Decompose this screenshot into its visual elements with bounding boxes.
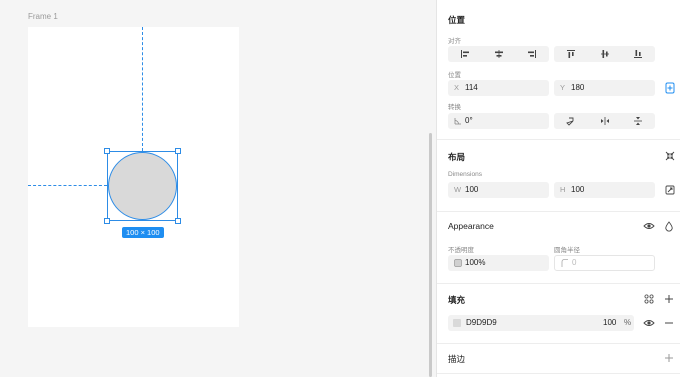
stroke-section: 描边 <box>437 344 680 374</box>
fill-color-field[interactable]: D9D9D9 100 % <box>448 315 634 331</box>
corner-radius-value: 0 <box>572 258 577 267</box>
fill-styles-button[interactable] <box>642 292 656 306</box>
y-position-field[interactable]: Y 180 <box>554 80 655 96</box>
opacity-label: 不透明度 <box>448 247 474 254</box>
width-field[interactable]: W 100 <box>448 182 549 198</box>
fill-section-title: 填充 <box>448 295 466 305</box>
height-value: 100 <box>571 185 585 194</box>
constraints-button[interactable] <box>663 81 677 95</box>
flip-vertical-icon <box>634 117 643 125</box>
position-section-title: 位置 <box>448 15 466 25</box>
rotation-field[interactable]: 0° <box>448 113 549 129</box>
align-center-h-icon <box>494 50 503 58</box>
layout-section: 布局 Dimensions W 100 H 100 <box>437 140 680 212</box>
align-center-h-button[interactable] <box>482 46 516 62</box>
transform-button-group <box>554 113 655 129</box>
y-value: 180 <box>571 83 585 92</box>
collapse-icon <box>665 151 675 161</box>
resize-handle-bottom-right[interactable] <box>175 218 181 224</box>
droplet-icon <box>665 220 673 232</box>
opacity-value: 100% <box>465 258 486 267</box>
align-top-button[interactable] <box>554 46 588 62</box>
plus-icon <box>665 295 673 303</box>
vertical-align-group <box>554 46 655 62</box>
align-top-icon <box>566 50 575 58</box>
resize-handle-top-right[interactable] <box>175 148 181 154</box>
eye-icon <box>643 320 655 326</box>
align-bottom-button[interactable] <box>621 46 655 62</box>
position-label: 位置 <box>448 72 461 79</box>
appearance-section-title: Appearance <box>448 221 494 231</box>
h-prefix: H <box>560 185 566 194</box>
eye-icon <box>643 223 655 229</box>
appearance-section: Appearance 不透明度 圆角半径 100% 0 <box>437 212 680 284</box>
lock-ratio-button[interactable] <box>663 183 677 197</box>
rotate-icon <box>565 117 574 126</box>
resize-handle-top-left[interactable] <box>104 148 110 154</box>
corner-radius-label: 圆角半径 <box>554 247 580 254</box>
stroke-section-title: 描边 <box>448 354 466 364</box>
align-left-button[interactable] <box>448 46 482 62</box>
align-middle-icon <box>600 50 609 58</box>
fill-visibility-button[interactable] <box>642 316 656 330</box>
y-prefix: Y <box>560 83 566 92</box>
canvas-scrollbar[interactable] <box>429 133 432 377</box>
x-position-field[interactable]: X 114 <box>448 80 549 96</box>
opacity-icon <box>454 255 462 271</box>
x-value: 114 <box>465 83 478 92</box>
styles-grid-icon <box>644 294 654 304</box>
height-field[interactable]: H 100 <box>554 182 655 198</box>
w-prefix: W <box>454 185 462 194</box>
properties-panel: 位置 对齐 位置 X 114 Y 180 转换 0° 布局 Dimensions… <box>436 0 680 377</box>
dimensions-label: Dimensions <box>448 171 482 178</box>
fill-color-swatch[interactable] <box>453 319 461 327</box>
rotate-button[interactable] <box>554 113 588 129</box>
width-value: 100 <box>465 185 479 194</box>
flip-horizontal-button[interactable] <box>588 113 622 129</box>
constraints-icon <box>665 82 675 94</box>
fill-opacity-unit: % <box>624 318 632 327</box>
corner-radius-icon <box>561 255 569 271</box>
align-bottom-icon <box>634 50 643 58</box>
align-right-icon <box>528 50 537 58</box>
corner-radius-field[interactable]: 0 <box>554 255 655 271</box>
fill-section: 填充 D9D9D9 100 % <box>437 284 680 344</box>
remove-fill-button[interactable] <box>662 316 676 330</box>
fill-opacity-value: 100 <box>603 318 617 327</box>
rotate-label: 转换 <box>448 104 461 111</box>
flip-horizontal-icon <box>600 117 609 125</box>
add-stroke-button[interactable] <box>662 351 676 365</box>
collapse-layout-button[interactable] <box>663 149 677 163</box>
rotation-value: 0° <box>465 116 473 125</box>
position-section: 位置 对齐 位置 X 114 Y 180 转换 0° <box>437 0 680 140</box>
blend-mode-button[interactable] <box>662 219 676 233</box>
align-middle-button[interactable] <box>588 46 622 62</box>
ellipse-shape[interactable] <box>108 152 177 220</box>
resize-handle-bottom-left[interactable] <box>104 218 110 224</box>
plus-icon <box>665 354 673 362</box>
design-canvas[interactable]: Frame 1 100 × 100 <box>0 0 436 377</box>
flip-vertical-button[interactable] <box>621 113 655 129</box>
add-fill-button[interactable] <box>662 292 676 306</box>
minus-icon <box>665 322 673 324</box>
aspect-ratio-icon <box>665 185 675 195</box>
fill-hex-value: D9D9D9 <box>466 318 497 327</box>
align-label: 对齐 <box>448 38 461 45</box>
vertical-guide-line <box>142 27 143 151</box>
x-prefix: X <box>454 83 460 92</box>
toggle-visibility-button[interactable] <box>642 219 656 233</box>
rotation-angle-icon <box>454 113 462 129</box>
frame-label[interactable]: Frame 1 <box>28 12 58 21</box>
horizontal-guide-line <box>28 185 107 186</box>
selection-size-badge: 100 × 100 <box>122 227 164 238</box>
align-left-icon <box>460 50 469 58</box>
layout-section-title: 布局 <box>448 152 466 162</box>
align-right-button[interactable] <box>515 46 549 62</box>
opacity-field[interactable]: 100% <box>448 255 549 271</box>
horizontal-align-group <box>448 46 549 62</box>
